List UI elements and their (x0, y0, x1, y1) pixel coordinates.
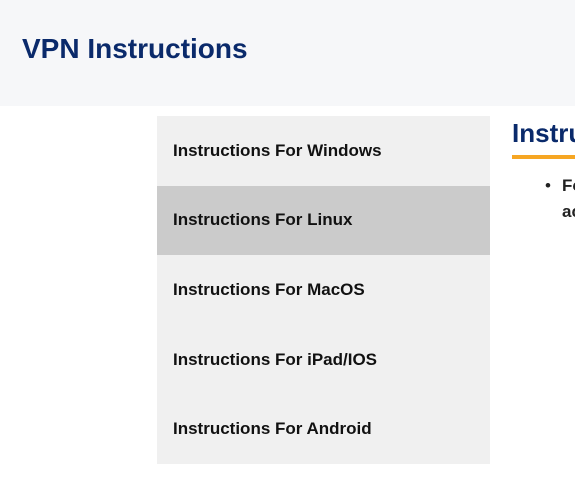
instructions-menu: Instructions For Windows Instructions Fo… (157, 116, 490, 464)
page-header: VPN Instructions (0, 0, 575, 106)
instructions-list: • Fo ac (512, 173, 575, 225)
menu-item-label: Instructions For MacOS (173, 279, 365, 299)
list-item-text-line-2: ac (562, 202, 575, 221)
heading-underline (512, 155, 575, 159)
menu-item-label: Instructions For Linux (173, 210, 353, 230)
menu-item-windows[interactable]: Instructions For Windows (157, 116, 490, 186)
list-item: • Fo ac (512, 173, 575, 225)
menu-item-label: Instructions For Windows (173, 140, 382, 160)
content-heading: Instru (512, 118, 575, 148)
menu-item-android[interactable]: Instructions For Android (157, 394, 490, 464)
menu-item-linux[interactable]: Instructions For Linux (157, 185, 490, 256)
menu-item-ipad-ios[interactable]: Instructions For iPad/IOS (157, 325, 490, 395)
menu-item-label: Instructions For iPad/IOS (173, 349, 378, 369)
menu-item-label: Instructions For Android (173, 419, 372, 439)
menu-item-macos[interactable]: Instructions For MacOS (157, 255, 490, 325)
list-item-text-line-1: Fo (562, 176, 575, 195)
bullet-icon: • (545, 176, 551, 195)
page-title: VPN Instructions (22, 33, 248, 64)
instructions-content: Instru • Fo ac (512, 116, 575, 492)
